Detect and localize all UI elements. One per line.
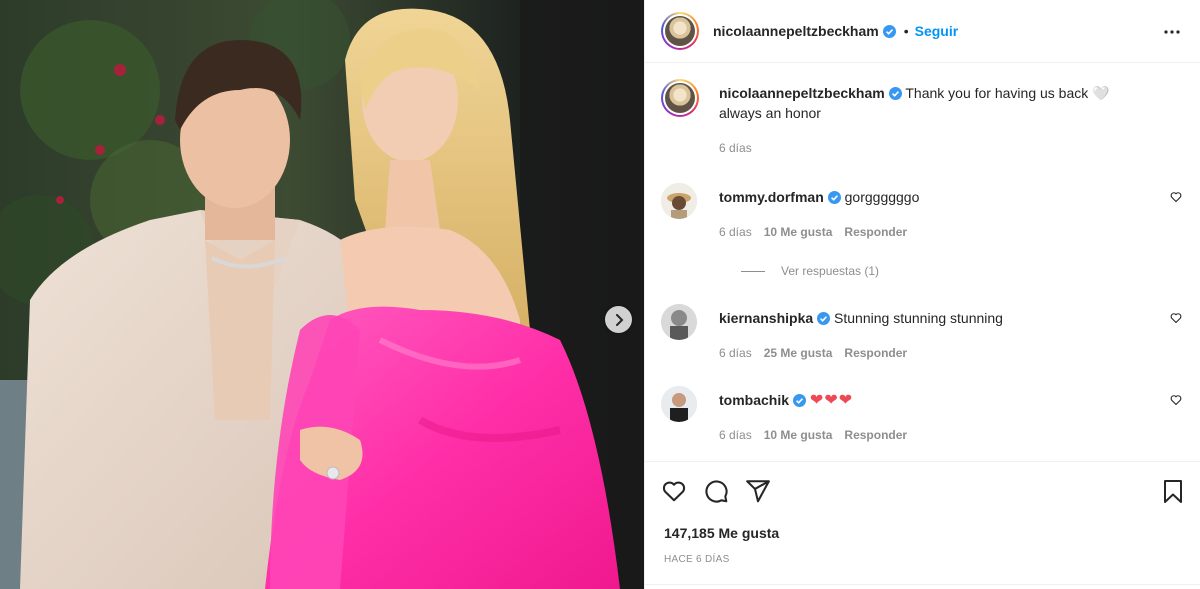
caption: nicolaannepeltzbeckham Thank you for hav… — [661, 79, 1184, 169]
photo-illustration — [0, 0, 644, 589]
heart-icon — [662, 481, 686, 502]
comment-text: gorggggggo — [844, 189, 920, 205]
likes-count[interactable]: 147,185 Me gusta — [664, 525, 779, 541]
verified-badge-icon — [817, 312, 831, 325]
comment-button[interactable] — [703, 478, 729, 509]
next-photo-button[interactable] — [605, 306, 632, 333]
commenter-avatar[interactable] — [661, 183, 697, 219]
comment-time: 6 días — [719, 225, 752, 239]
more-options-icon[interactable] — [1160, 20, 1184, 44]
post-timestamp: HACE 6 DÍAS — [664, 554, 730, 565]
comment-item: kiernanshipka Stunning stunning stunning… — [661, 304, 1184, 374]
view-replies-label: Ver respuestas (1) — [781, 264, 880, 278]
post-actions: 147,185 Me gusta HACE 6 DÍAS — [645, 461, 1200, 589]
divider — [645, 584, 1200, 585]
comment-time: 6 días — [719, 346, 752, 360]
comment-icon — [705, 480, 728, 503]
view-replies-button[interactable]: Ver respuestas (1) — [741, 264, 879, 278]
comment-likes[interactable]: 10 Me gusta — [764, 428, 833, 442]
comment-time: 6 días — [719, 428, 752, 442]
caption-avatar[interactable] — [661, 79, 699, 117]
comment-username[interactable]: tombachik — [719, 392, 789, 408]
commenter-avatar[interactable] — [661, 386, 697, 422]
save-button[interactable] — [1161, 479, 1185, 510]
comment-username[interactable]: kiernanshipka — [719, 310, 813, 326]
author-username[interactable]: nicolaannepeltzbeckham — [713, 23, 879, 39]
verified-badge-icon — [827, 191, 841, 204]
reply-button[interactable]: Responder — [844, 346, 907, 360]
header-separator: • — [903, 23, 909, 39]
verified-badge-icon — [882, 24, 896, 38]
verified-badge-icon — [888, 87, 902, 100]
comment-like-heart-icon[interactable] — [1170, 312, 1182, 324]
caption-time: 6 días — [719, 141, 752, 155]
bookmark-icon — [1164, 480, 1182, 503]
comment-likes[interactable]: 25 Me gusta — [764, 346, 833, 360]
comment-item: tombachik ❤❤❤ 6 días 10 Me gusta Respond… — [661, 386, 1184, 456]
like-button[interactable] — [661, 478, 687, 509]
author-avatar[interactable] — [661, 12, 699, 50]
follow-button[interactable]: Seguir — [915, 23, 959, 39]
post-header: nicolaannepeltzbeckham • Seguir — [645, 0, 1200, 63]
reply-button[interactable]: Responder — [844, 428, 907, 442]
comment-like-heart-icon[interactable] — [1170, 394, 1182, 406]
comment-likes[interactable]: 10 Me gusta — [764, 225, 833, 239]
comment-text: Stunning stunning stunning — [834, 310, 1003, 326]
post-photo[interactable] — [0, 0, 644, 589]
comments-section[interactable]: nicolaannepeltzbeckham Thank you for hav… — [645, 63, 1200, 461]
share-icon — [746, 480, 770, 503]
chevron-right-icon — [615, 313, 623, 326]
comment-text: ❤❤❤ — [809, 392, 854, 409]
reply-button[interactable]: Responder — [844, 225, 907, 239]
commenter-avatar[interactable] — [661, 304, 697, 340]
post-side-panel: nicolaannepeltzbeckham • Seguir nicolaan… — [644, 0, 1200, 589]
comment-item: tommy.dorfman gorggggggo 6 días 10 Me gu… — [661, 183, 1184, 283]
caption-username[interactable]: nicolaannepeltzbeckham — [719, 85, 885, 101]
comment-username[interactable]: tommy.dorfman — [719, 189, 824, 205]
replies-divider — [741, 270, 765, 272]
comment-like-heart-icon[interactable] — [1170, 191, 1182, 203]
share-button[interactable] — [745, 478, 771, 509]
verified-badge-icon — [793, 394, 807, 407]
